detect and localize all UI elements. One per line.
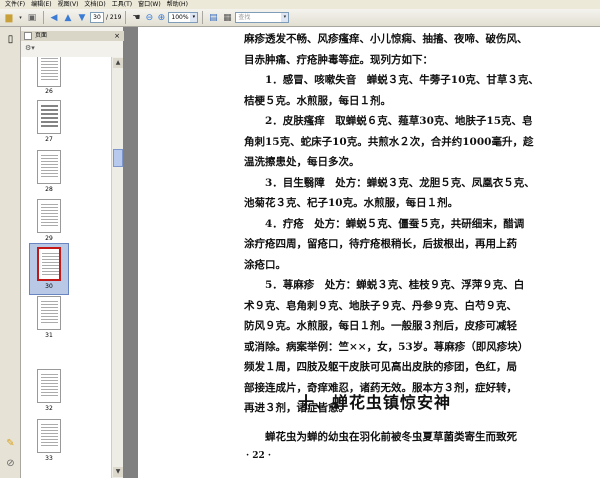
text-line: 蝉花虫为蝉的幼虫在羽化前被冬虫夏草菌类寄生而致死 xyxy=(244,431,517,443)
text-line: 防风９克。水煎服，每日１剂。一般服３剂后，皮疹可减轻 xyxy=(244,320,517,332)
text-line: 角刺15克、蛇床子10克。共煎水２次，合并约1000毫升，趁 xyxy=(244,135,534,148)
text-line: 目赤肿痛、疔疮肿毒等症。现列方如下： xyxy=(244,53,433,66)
fit-page-icon[interactable]: ▦ xyxy=(221,11,233,25)
zoom-select[interactable]: 100% ▾ xyxy=(168,12,199,23)
document-body: 麻疹透发不畅、风疹瘙痒、小儿惊痫、抽搐、夜啼、破伤风、 目赤肿痛、疔疮肿毒等症。… xyxy=(244,29,544,419)
page-thumbnail[interactable] xyxy=(37,57,61,87)
text-line: 温洗擦患处，每日多次。 xyxy=(244,156,360,168)
thumbnail-label: 27 xyxy=(45,136,53,143)
page-thumbnail[interactable] xyxy=(37,199,61,233)
text-line: 4．疔疮 处方：蝉蜕５克、僵蚕５克，共研细末，醋调 xyxy=(244,217,525,230)
thumbnail-label: 26 xyxy=(45,88,53,95)
page-thumbnail[interactable] xyxy=(37,296,61,330)
thumbnail-list[interactable]: 26 27 28 29 30 31 32 33 xyxy=(21,57,111,478)
chevron-down-icon[interactable]: ▾ xyxy=(281,13,289,22)
menu-help[interactable]: 帮助(H) xyxy=(164,0,191,9)
thumbnail-label: 33 xyxy=(45,455,53,462)
panel-options-icon[interactable]: ⚙▾ xyxy=(21,42,124,54)
text-line: 术９克、皂角刺９克、地肤子９克、丹参９克、白芍９克、 xyxy=(244,299,517,312)
text-line: 桔梗５克。水煎服，每日１剂。 xyxy=(244,94,391,107)
section-heading: 十、蝉花虫镇惊安神 xyxy=(298,393,452,412)
scroll-up-icon[interactable]: ▲ xyxy=(113,58,123,68)
page-number-input[interactable] xyxy=(90,12,104,23)
page-thumbnail-selected[interactable] xyxy=(37,247,61,281)
toolbar: ▆ ▾ ▣ ◀ ▲ ▼ / 219 ☚ ⊖ ⊕ 100%▾ ▤ ▦ 查找▾ xyxy=(0,9,600,27)
zoom-in-icon[interactable]: ⊕ xyxy=(156,11,166,25)
page-thumbnail[interactable] xyxy=(37,419,61,453)
document-page: 麻疹透发不畅、风疹瘙痒、小儿惊痫、抽搐、夜啼、破伤风、 目赤肿痛、疔疮肿毒等症。… xyxy=(138,27,600,478)
thumbnail-label: 32 xyxy=(45,405,53,412)
search-placeholder: 查找 xyxy=(238,14,251,21)
up-arrow-icon[interactable]: ▲ xyxy=(62,11,74,25)
toolbar-separator xyxy=(125,11,127,24)
thumbnail-label: 28 xyxy=(45,186,53,193)
text-line: 或消除。病案举例：竺××，女，53岁。荨麻疹（即风疹块） xyxy=(244,340,529,353)
thumbnail-text-lines xyxy=(41,374,58,398)
toolbar-separator xyxy=(43,11,44,24)
menu-view[interactable]: 视图(V) xyxy=(55,0,82,9)
pages-icon[interactable]: ▯ xyxy=(4,33,17,46)
pages-panel-title: 页面 xyxy=(35,32,48,39)
close-icon[interactable]: × xyxy=(114,31,120,41)
text-line: 池菊花３克、杞子10克。水煎服，每日１剂。 xyxy=(244,197,459,209)
text-line: 频发１周，四肢及躯干皮肤可见高出皮肤的疹团，色红，局 xyxy=(244,361,517,373)
page-total: / 219 xyxy=(106,14,122,21)
pages-panel-header: 页面 × xyxy=(21,31,124,41)
thumbnail-label: 29 xyxy=(45,235,53,242)
text-line: 2．皮肤瘙痒 取蝉蜕６克、薤草30克、地肤子15克、皂 xyxy=(244,115,533,127)
thumbnail-text-lines xyxy=(42,253,59,277)
comment-icon[interactable]: ✎ xyxy=(4,437,17,450)
text-line: 麻疹透发不畅、风疹瘙痒、小儿惊痫、抽搐、夜啼、破伤风、 xyxy=(244,33,528,45)
menu-window[interactable]: 窗口(W) xyxy=(135,0,164,9)
thumbnail-text-lines xyxy=(41,424,58,448)
page-number: · 22 · xyxy=(246,451,272,461)
dropdown-icon[interactable]: ▾ xyxy=(18,11,23,25)
pdf-reader-window: 文件(F) 编辑(E) 视图(V) 文档(D) 工具(T) 窗口(W) 帮助(H… xyxy=(0,0,600,478)
text-line: 3．目生翳障 处方：蝉蜕３克、龙胆５克、凤凰衣５克、 xyxy=(244,176,535,189)
chevron-down-icon[interactable]: ▾ xyxy=(190,13,198,22)
pages-panel-icon xyxy=(24,32,32,40)
attachment-icon[interactable]: ⊘ xyxy=(4,457,17,470)
menu-file[interactable]: 文件(F) xyxy=(2,0,28,9)
search-input[interactable]: 查找 ▾ xyxy=(235,12,290,23)
page-thumbnail[interactable] xyxy=(37,150,61,184)
page-thumbnail[interactable] xyxy=(37,100,61,134)
scroll-down-icon[interactable]: ▼ xyxy=(113,467,123,477)
thumbnail-text-lines xyxy=(41,204,58,228)
thumbnail-scrollbar[interactable]: ▲ ▼ xyxy=(111,57,123,478)
thumbnail-label: 30 xyxy=(45,283,53,290)
thumbnail-text-lines xyxy=(41,58,58,82)
menu-edit[interactable]: 编辑(E) xyxy=(28,0,54,9)
back-arrow-icon[interactable]: ◀ xyxy=(48,11,60,25)
menu-document[interactable]: 文档(D) xyxy=(81,0,108,9)
thumbnail-text-lines xyxy=(41,301,58,325)
save-icon[interactable]: ▤ xyxy=(207,11,219,25)
text-line: 涂疮口。 xyxy=(244,258,286,271)
scrollbar-thumb[interactable] xyxy=(113,149,123,167)
document-view[interactable]: 麻疹透发不畅、风疹瘙痒、小儿惊痫、抽搐、夜啼、破伤风、 目赤肿痛、疔疮肿毒等症。… xyxy=(124,27,600,478)
zoom-value: 100% xyxy=(171,14,189,21)
text-line: 涂疔疮四周，留疮口，待疔疮根稍长，后拔根出，再用上药 xyxy=(244,238,517,250)
down-arrow-icon[interactable]: ▼ xyxy=(76,11,88,25)
pages-panel: 页面 × ⚙▾ 26 27 28 29 30 31 32 33 ▲ ▼ xyxy=(21,27,124,478)
text-line: 1．感冒、咳嗽失音 蝉蜕３克、牛蒡子10克、甘草３克、 xyxy=(244,74,539,86)
page-thumbnail[interactable] xyxy=(37,369,61,403)
folder-icon[interactable]: ▆ xyxy=(2,11,16,25)
toolbar-separator xyxy=(202,11,204,24)
zoom-out-icon[interactable]: ⊖ xyxy=(144,11,154,25)
thumbnail-text-lines xyxy=(41,155,58,179)
thumbnail-label: 31 xyxy=(45,332,53,339)
text-line: 5．荨麻疹 处方：蝉蜕３克、桂枝９克、浮萍９克、白 xyxy=(244,279,525,291)
hand-tool-icon[interactable]: ☚ xyxy=(130,11,142,25)
print-icon[interactable]: ▣ xyxy=(25,11,39,25)
menu-tools[interactable]: 工具(T) xyxy=(109,0,135,9)
thumbnail-text-lines xyxy=(41,105,58,129)
navigation-strip: ▯ ✎ ⊘ xyxy=(0,27,21,478)
menu-bar: 文件(F) 编辑(E) 视图(V) 文档(D) 工具(T) 窗口(W) 帮助(H… xyxy=(0,0,600,9)
